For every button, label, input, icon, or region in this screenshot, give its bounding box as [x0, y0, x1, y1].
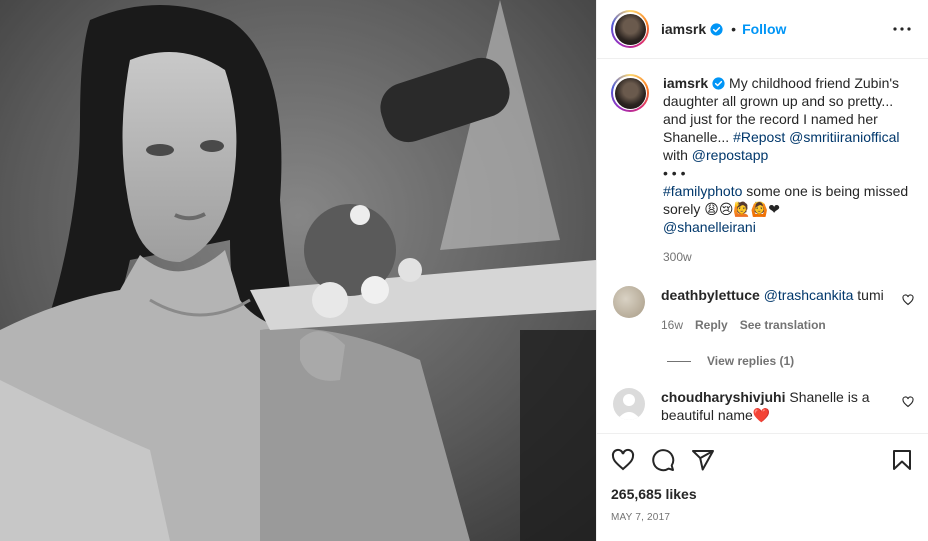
default-avatar-icon — [617, 394, 641, 420]
instagram-post: iamsrk • Follow iamsrk My childhood frie… — [0, 0, 928, 541]
caption-body: iamsrk My childhood friend Zubin's daugh… — [663, 74, 914, 266]
comment-meta: 16w Reply See translation — [661, 316, 891, 334]
caption-author-avatar[interactable] — [611, 74, 649, 112]
mention-smritiiranioffical[interactable]: @smritiiranioffical — [789, 129, 899, 145]
post-photo[interactable] — [0, 0, 596, 541]
post-sidebar: iamsrk • Follow iamsrk My childhood frie… — [596, 0, 928, 541]
mention-shanelleirani[interactable]: @shanelleirani — [663, 219, 756, 235]
hashtag-familyphoto[interactable]: #familyphoto — [663, 183, 742, 199]
more-options-button[interactable] — [890, 17, 914, 41]
replies-line — [667, 360, 691, 362]
post-actions: 265,685 likes MAY 7, 2017 — [597, 433, 928, 541]
author-username[interactable]: iamsrk — [661, 21, 706, 37]
more-dots-icon — [893, 27, 911, 31]
save-bookmark-icon[interactable] — [890, 448, 914, 472]
view-replies-label: View replies (1) — [707, 354, 795, 368]
share-paper-plane-icon[interactable] — [691, 448, 715, 472]
commenter-avatar-default[interactable] — [613, 388, 645, 420]
likes-count[interactable]: 265,685 likes — [611, 486, 914, 502]
author-avatar[interactable] — [611, 10, 649, 48]
see-translation-button[interactable]: See translation — [740, 316, 826, 334]
comment-body: deathbylettuce @trashcankita tumi 16w Re… — [661, 286, 891, 334]
comment-body: choudharyshivjuhi Shanelle is a beautifu… — [661, 388, 891, 424]
verified-badge-icon — [710, 22, 723, 36]
like-comment-heart-icon[interactable] — [902, 294, 914, 306]
comment-mention[interactable]: @trashcankita — [764, 287, 854, 303]
comment-bubble-icon[interactable] — [651, 448, 675, 472]
commenter-avatar[interactable] — [613, 286, 645, 318]
post-date[interactable]: MAY 7, 2017 — [611, 512, 914, 523]
comments-section[interactable]: iamsrk My childhood friend Zubin's daugh… — [597, 60, 928, 433]
hashtag-repost[interactable]: #Repost — [733, 129, 785, 145]
follow-button[interactable]: Follow — [742, 21, 786, 37]
mention-repostapp[interactable]: @repostapp — [692, 147, 768, 163]
comment-item: choudharyshivjuhi Shanelle is a beautifu… — [611, 388, 914, 424]
view-replies-button[interactable]: View replies (1) — [667, 354, 914, 368]
header-separator: • — [731, 21, 737, 37]
caption-time: 300w — [663, 250, 692, 264]
family-photo-image — [0, 0, 596, 541]
comment-item: deathbylettuce @trashcankita tumi 16w Re… — [611, 286, 914, 334]
verified-badge-icon — [712, 77, 725, 90]
post-caption: iamsrk My childhood friend Zubin's daugh… — [611, 74, 914, 266]
reply-button[interactable]: Reply — [695, 316, 728, 334]
caption-with: with — [663, 147, 692, 163]
comment-time: 16w — [661, 318, 684, 332]
like-heart-icon[interactable] — [611, 448, 635, 472]
action-icons — [611, 434, 914, 486]
commenter-username[interactable]: choudharyshivjuhi — [661, 389, 785, 405]
comment-text: tumi — [853, 287, 884, 303]
caption-dots: • • • — [663, 165, 686, 181]
post-header: iamsrk • Follow — [597, 0, 928, 59]
caption-username[interactable]: iamsrk — [663, 75, 708, 91]
commenter-username[interactable]: deathbylettuce — [661, 287, 760, 303]
like-comment-heart-icon[interactable] — [902, 396, 914, 408]
